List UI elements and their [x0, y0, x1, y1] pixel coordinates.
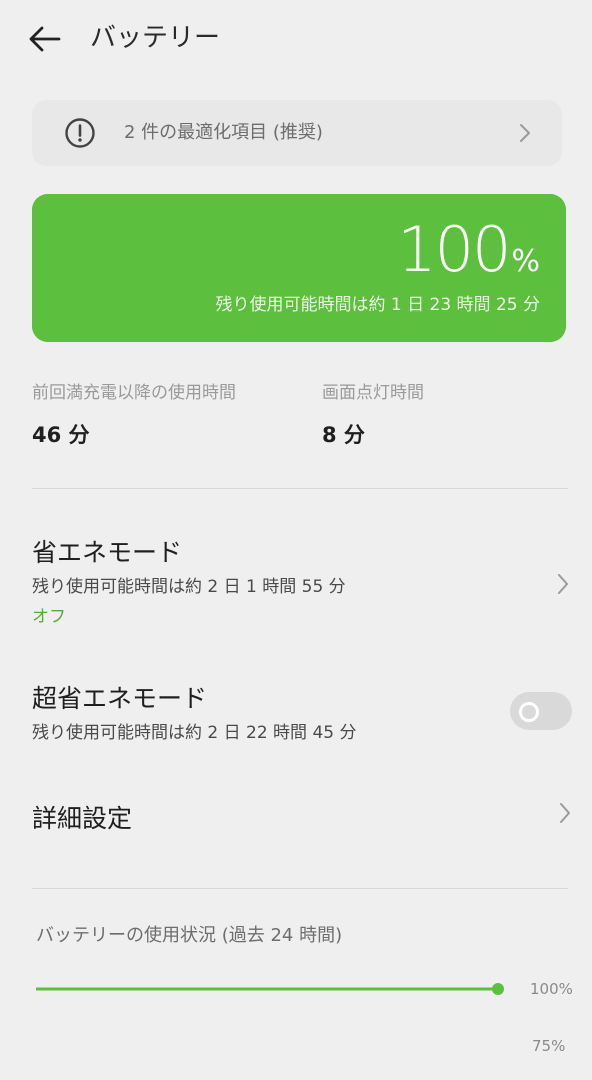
super-power-saving-toggle[interactable]: [510, 692, 572, 730]
battery-remaining-time: 残り使用可能時間は約 1 日 23 時間 25 分: [215, 295, 540, 315]
super-power-saving-mode-remaining: 残り使用可能時間は約 2 日 22 時間 45 分: [32, 723, 357, 743]
usage-since-charge-stat: 前回満充電以降の使用時間 46 分: [32, 380, 236, 450]
chevron-right-icon: [558, 574, 568, 594]
battery-level-card: 100% 残り使用可能時間は約 1 日 23 時間 25 分: [32, 194, 566, 342]
power-saving-mode-title: 省エネモード: [32, 538, 183, 567]
toggle-knob: [519, 702, 539, 722]
back-button[interactable]: [24, 22, 64, 56]
super-power-saving-mode-row: 超省エネモード 残り使用可能時間は約 2 日 22 時間 45 分: [32, 682, 492, 754]
advanced-settings-row[interactable]: 詳細設定: [32, 802, 572, 842]
power-saving-mode-remaining: 残り使用可能時間は約 2 日 1 時間 55 分: [32, 577, 346, 597]
arrow-left-icon: [29, 26, 61, 52]
chevron-right-icon: [520, 124, 530, 142]
screen-on-time-value: 8 分: [322, 423, 365, 447]
battery-usage-current-point: [492, 983, 504, 995]
battery-percentage: 100%: [397, 214, 540, 302]
usage-since-charge-label: 前回満充電以降の使用時間: [32, 383, 236, 403]
divider: [32, 888, 568, 889]
battery-percent-unit: %: [511, 244, 540, 279]
screen-on-time-label: 画面点灯時間: [322, 383, 424, 403]
alert-circle-icon: [65, 118, 95, 148]
battery-usage-title: バッテリーの使用状況 (過去 24 時間): [36, 925, 343, 946]
power-saving-mode-status: オフ: [32, 607, 66, 627]
usage-since-charge-value: 46 分: [32, 423, 90, 447]
y-tick-label-100: 100%: [530, 980, 573, 998]
chevron-right-icon: [560, 803, 570, 823]
battery-usage-chart: [36, 983, 504, 995]
super-power-saving-mode-title: 超省エネモード: [32, 684, 208, 713]
optimization-suggestions-text: 2 件の最適化項目 (推奨): [124, 122, 323, 143]
battery-percent-value: 100: [397, 213, 511, 286]
power-saving-mode-row[interactable]: 省エネモード 残り使用可能時間は約 2 日 1 時間 55 分 オフ: [32, 536, 572, 646]
screen-on-time-stat: 画面点灯時間 8 分: [322, 380, 424, 450]
optimization-suggestions-card[interactable]: 2 件の最適化項目 (推奨): [32, 100, 562, 166]
divider: [32, 488, 568, 489]
app-header: バッテリー: [0, 0, 592, 80]
y-tick-label-75: 75%: [532, 1037, 566, 1055]
advanced-settings-title: 詳細設定: [32, 804, 133, 833]
page-title: バッテリー: [90, 23, 221, 53]
